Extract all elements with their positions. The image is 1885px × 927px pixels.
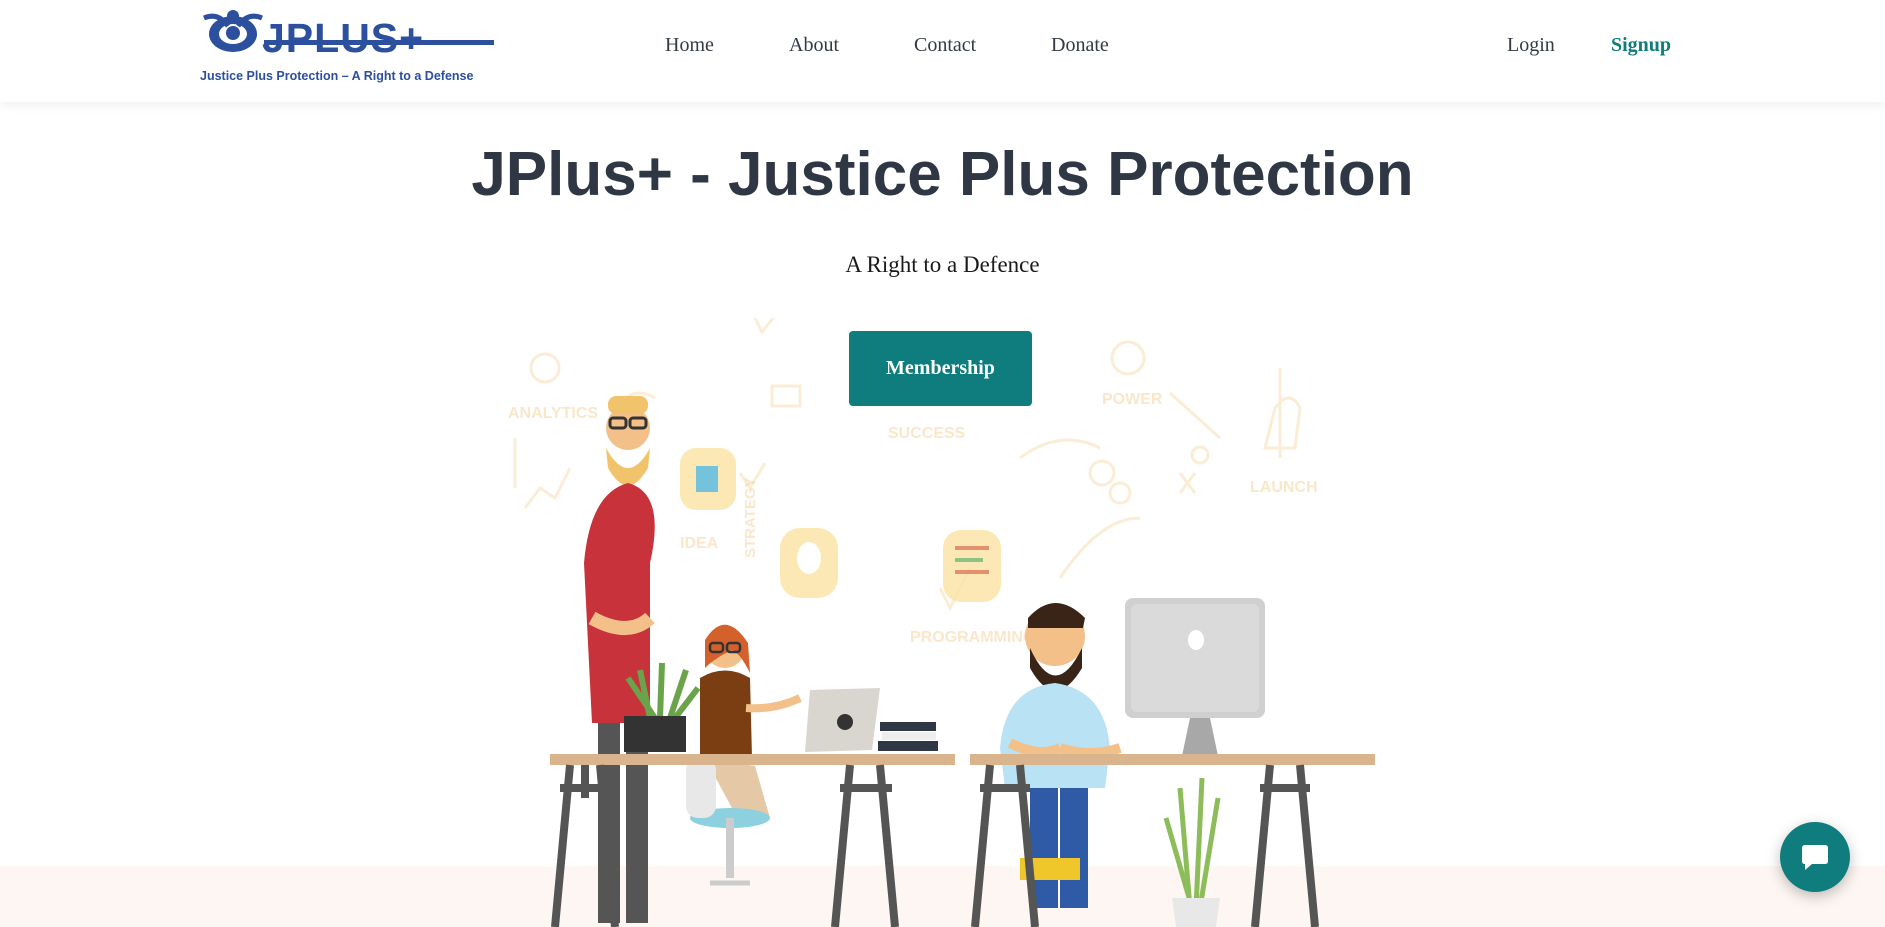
doodle-word-launch: LAUNCH [1250, 479, 1318, 496]
chat-bubble-icon [1802, 845, 1828, 870]
office-team-illustration: ANALYTICS SUCCESS POWER LAUNCH IDEA PROG… [508, 318, 1375, 927]
logo-strike-line [264, 40, 494, 45]
doodle-word-analytics: ANALYTICS [508, 405, 598, 422]
doodle-word-idea: IDEA [680, 535, 719, 552]
jplus-logo-icon [203, 10, 263, 52]
nav-home-link[interactable]: Home [665, 34, 714, 57]
hero-title: JPlus+ - Justice Plus Protection [471, 140, 1414, 209]
navbar: JPLUS+ Justice Plus Protection – A Right… [0, 0, 1885, 102]
login-link[interactable]: Login [1507, 34, 1555, 57]
doodle-word-success: SUCCESS [888, 425, 966, 442]
chat-widget-button[interactable] [1780, 822, 1850, 892]
nav-about-link[interactable]: About [789, 34, 839, 57]
membership-button[interactable]: Membership [849, 331, 1032, 406]
logo-tagline: Justice Plus Protection – A Right to a D… [200, 69, 474, 83]
doodle-word-strategy: STRATEGY [742, 477, 759, 558]
doodle-word-programming: PROGRAMMING [910, 629, 1035, 646]
nav-donate-link[interactable]: Donate [1051, 34, 1109, 57]
logo-wordmark: JPLUS+ [262, 15, 425, 61]
nav-contact-link[interactable]: Contact [914, 34, 976, 57]
hero-subtitle: A Right to a Defence [845, 252, 1040, 277]
site-logo[interactable]: JPLUS+ Justice Plus Protection – A Right… [198, 8, 508, 88]
doodle-word-power: POWER [1102, 391, 1163, 408]
signup-link[interactable]: Signup [1611, 34, 1671, 57]
